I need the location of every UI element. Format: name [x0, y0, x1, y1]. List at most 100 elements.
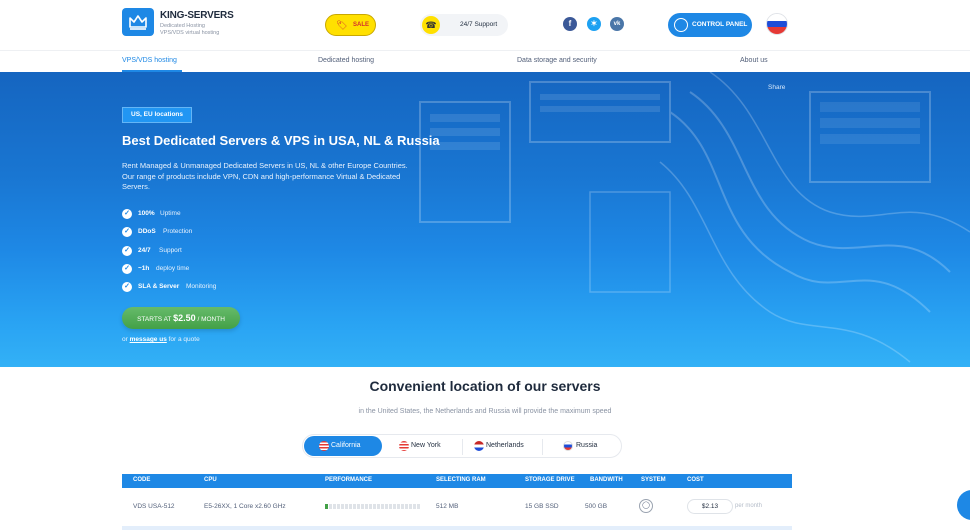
facebook-icon[interactable]: f — [563, 17, 577, 31]
brand-tagline-line-1: Dedicated Hosting — [160, 23, 205, 29]
chat-widget-button[interactable] — [957, 490, 970, 520]
quote-suffix: for a quote — [168, 336, 200, 343]
hero-description: Rent Managed & Unmanaged Dedicated Serve… — [122, 161, 408, 191]
site-header: KING-SERVERS Dedicated Hosting VPS/VDS v… — [0, 0, 970, 50]
quote-prefix: or — [122, 336, 128, 343]
column-header-cpu: CPU — [204, 477, 217, 483]
message-us-link[interactable]: message us — [130, 336, 167, 343]
cta-label: STARTS AT $2.50 / MONTH — [122, 313, 240, 323]
feature-text: Uptime — [160, 210, 181, 217]
linux-icon: ◯ — [639, 499, 653, 513]
tab-label: California — [331, 442, 361, 449]
cell-bandwidth: 500 GB — [585, 503, 608, 510]
performance-segment — [401, 504, 404, 509]
feature-bold: SLA & Server — [138, 283, 180, 290]
table-row[interactable]: VDS USA-512 E5-26XX, 1 Core x2.60 GHz 51… — [122, 496, 792, 518]
support-button[interactable]: ☎ 24/7 Support — [420, 14, 508, 36]
pricing-cta-button[interactable]: STARTS AT $2.50 / MONTH — [122, 307, 240, 329]
control-panel-label: CONTROL PANEL — [692, 21, 748, 28]
nav-item-storage[interactable]: Data storage and security — [517, 57, 597, 64]
tab-label: Netherlands — [486, 442, 524, 449]
tab-divider — [542, 439, 543, 455]
performance-segment — [345, 504, 348, 509]
performance-segment — [369, 504, 372, 509]
cost-button[interactable]: $2.13 — [687, 499, 733, 514]
feature-bold: 100% — [138, 210, 155, 217]
performance-segment — [405, 504, 408, 509]
locations-badge: US, EU locations — [122, 107, 193, 123]
nav-item-vps[interactable]: VPS/VDS hosting — [122, 57, 177, 64]
feature-bold: ~1h — [138, 265, 150, 272]
performance-segment — [393, 504, 396, 509]
feature-bold: 24/7 — [138, 247, 151, 254]
russia-flag-icon[interactable] — [766, 13, 788, 35]
usa-flag-icon — [319, 441, 329, 451]
brand-name[interactable]: KING-SERVERS — [160, 10, 234, 21]
column-header-system: SYSTEM — [641, 477, 666, 483]
sale-button[interactable]: 🏷 SALE — [325, 14, 376, 36]
check-icon: ✓ — [122, 246, 132, 256]
column-header-performance: PERFORMANCE — [325, 477, 373, 483]
performance-segment — [353, 504, 356, 509]
sale-label: SALE — [353, 22, 370, 28]
hero-banner: Share US, EU locations Best Dedicated Se… — [0, 72, 970, 367]
check-icon: ✓ — [122, 209, 132, 219]
performance-segment — [325, 504, 328, 509]
column-header-code: CODE — [133, 477, 151, 483]
main-nav: VPS/VDS hosting Dedicated hosting Data s… — [0, 50, 970, 72]
hero-title: Best Dedicated Servers & VPS in USA, NL … — [122, 133, 440, 148]
performance-segment — [417, 504, 420, 509]
performance-segment — [357, 504, 360, 509]
performance-segment — [385, 504, 388, 509]
cell-ram: 512 MB — [436, 503, 459, 510]
feature-text: Protection — [163, 228, 193, 235]
support-label: 24/7 Support — [460, 21, 498, 28]
tab-new-york[interactable]: New York — [389, 436, 459, 456]
brand-tagline: Dedicated Hosting VPS/VDS virtual hostin… — [160, 23, 219, 37]
cta-suffix: / MONTH — [197, 316, 225, 323]
server-rack-background — [419, 72, 970, 363]
page: { "header": { "brand": "KING-SERVERS", "… — [0, 0, 970, 530]
brand-tagline-line-2: VPS/VDS virtual hosting — [160, 30, 220, 36]
feature-text: deploy time — [156, 265, 190, 272]
performance-segment — [337, 504, 340, 509]
performance-segment — [409, 504, 412, 509]
tab-divider — [462, 439, 463, 455]
performance-segment — [389, 504, 392, 509]
locations-title: Convenient location of our servers — [369, 378, 601, 394]
feature-bold: DDoS — [138, 228, 156, 235]
performance-bar — [325, 504, 421, 509]
performance-segment — [365, 504, 368, 509]
tab-label: New York — [411, 442, 441, 449]
russia-flag-icon — [563, 441, 573, 451]
cell-code: VDS USA-512 — [133, 503, 175, 510]
share-link[interactable]: Share — [768, 84, 785, 91]
tab-label: Russia — [576, 442, 598, 449]
location-tabs: California New York Netherlands Russia — [302, 434, 622, 458]
tab-russia[interactable]: Russia — [553, 436, 613, 456]
crown-logo-icon[interactable] — [122, 8, 154, 36]
cost-period: per month — [735, 503, 763, 509]
tab-netherlands[interactable]: Netherlands — [466, 436, 538, 456]
nav-item-dedicated[interactable]: Dedicated hosting — [318, 57, 374, 64]
servers-table-header: CODE CPU PERFORMANCE SELECTING RAM STORA… — [122, 474, 792, 488]
vk-icon[interactable]: vk — [610, 17, 624, 31]
column-header-bandwidth: BANDWITH — [590, 477, 623, 483]
performance-segment — [377, 504, 380, 509]
feature-text: Monitoring — [186, 283, 217, 290]
performance-segment — [361, 504, 364, 509]
cost-value: $2.13 — [701, 503, 719, 510]
nav-item-about[interactable]: About us — [740, 57, 768, 64]
performance-segment — [333, 504, 336, 509]
twitter-icon[interactable]: ✶ — [587, 17, 601, 31]
performance-segment — [413, 504, 416, 509]
tag-icon: 🏷 — [336, 20, 348, 30]
usa-flag-icon — [399, 441, 409, 451]
performance-segment — [349, 504, 352, 509]
control-panel-button[interactable]: CONTROL PANEL — [668, 13, 752, 37]
performance-segment — [341, 504, 344, 509]
column-header-storage: STORAGE DRIVE — [525, 477, 575, 483]
tab-california[interactable]: California — [304, 436, 382, 456]
locations-subtitle: in the United States, the Netherlands an… — [358, 408, 612, 415]
control-panel-icon — [674, 18, 688, 32]
